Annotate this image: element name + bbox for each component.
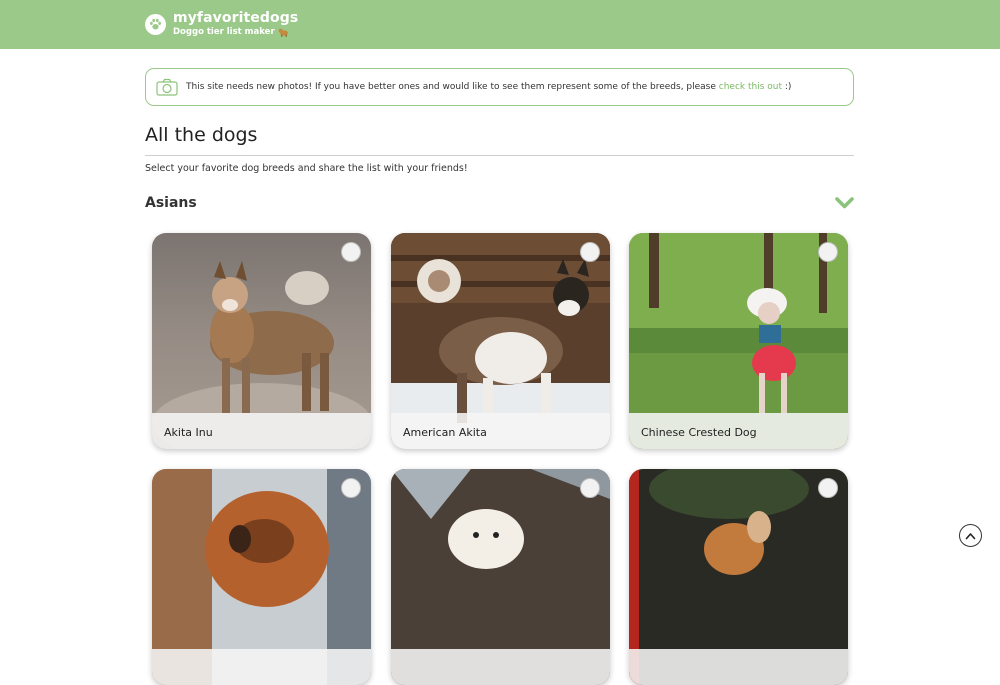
notice-suffix: :)	[782, 82, 792, 92]
card-footer	[152, 649, 371, 685]
paw-icon	[145, 13, 166, 35]
top-bar: myfavoritedogs Doggo tier list maker	[0, 0, 1000, 49]
select-checkbox[interactable]	[818, 478, 838, 498]
page-title: All the dogs	[145, 124, 258, 146]
scroll-to-top-button[interactable]	[959, 524, 982, 547]
chevron-up-icon	[965, 532, 976, 539]
select-checkbox[interactable]	[341, 242, 361, 262]
site-tagline: Doggo tier list maker	[173, 27, 275, 37]
breed-card[interactable]	[391, 469, 610, 685]
dog-emoji-icon	[278, 28, 288, 37]
title-divider	[145, 155, 854, 156]
breed-card[interactable]: Chinese Crested Dog	[629, 233, 848, 449]
photo-notice: This site needs new photos! If you have …	[145, 68, 854, 106]
group-title-asians: Asians	[145, 195, 197, 211]
camera-icon	[156, 78, 178, 96]
card-footer	[629, 649, 848, 685]
select-checkbox[interactable]	[341, 478, 361, 498]
breed-name: American Akita	[403, 426, 487, 439]
site-name: myfavoritedogs	[173, 10, 299, 26]
brand[interactable]: myfavoritedogs Doggo tier list maker	[145, 10, 298, 38]
select-checkbox[interactable]	[818, 242, 838, 262]
breed-name: Akita Inu	[164, 426, 213, 439]
notice-message: This site needs new photos! If you have …	[186, 82, 719, 92]
breed-card[interactable]	[152, 469, 371, 685]
breed-card[interactable]: American Akita	[391, 233, 610, 449]
select-checkbox[interactable]	[580, 242, 600, 262]
select-checkbox[interactable]	[580, 478, 600, 498]
breed-name: Chinese Crested Dog	[641, 426, 757, 439]
card-footer	[391, 649, 610, 685]
notice-text: This site needs new photos! If you have …	[186, 82, 791, 92]
breed-card[interactable]: Akita Inu	[152, 233, 371, 449]
check-this-out-link[interactable]: check this out	[719, 82, 782, 92]
page-subtitle: Select your favorite dog breeds and shar…	[145, 163, 468, 174]
chevron-down-icon[interactable]	[835, 196, 854, 210]
breed-card[interactable]	[629, 469, 848, 685]
